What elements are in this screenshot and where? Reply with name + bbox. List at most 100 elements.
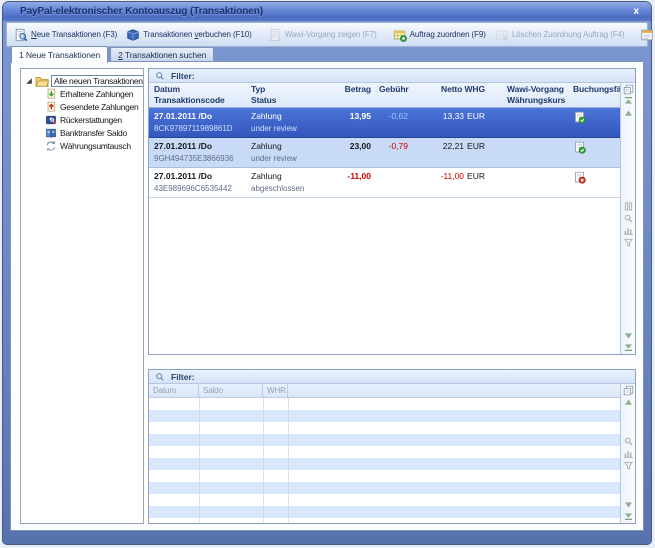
col-status[interactable]: Status	[251, 95, 329, 106]
tree-item-rueckerstattungen[interactable]: Rückerstattungen	[21, 113, 143, 126]
tree-item-banktransfer-saldo[interactable]: Banktransfer Saldo	[21, 126, 143, 139]
transaction-row[interactable]: 27.01.2011 /Do8CK9789711989861D Zahlungu…	[149, 108, 620, 138]
assign-order-button[interactable]: Auftrag zuordnen (F9)	[389, 26, 490, 44]
table-empty-area	[149, 198, 620, 354]
col-buchungsfaehig[interactable]: Buchungsfähig	[573, 84, 617, 95]
transactions-table-header[interactable]: DatumTransaktionscode TypStatus Betrag G…	[149, 83, 620, 108]
col-betrag[interactable]: Betrag	[337, 84, 371, 95]
chart-view-button[interactable]	[622, 448, 634, 458]
scroll-last-button[interactable]	[622, 342, 634, 352]
filter-funnel-icon	[624, 238, 633, 247]
tree-item-erhaltene-zahlungen[interactable]: Erhaltene Zahlungen	[21, 87, 143, 100]
tab-neue-transaktionen[interactable]: 1 Neue Transaktionen	[11, 46, 108, 63]
tab-label: 1 Neue Transaktionen	[19, 50, 100, 60]
paypal-statement-window: PayPal-elektronischer Kontoauszug (Trans…	[2, 1, 652, 545]
tree-item-alle-neuen-transaktionen[interactable]: Alle neuen Transaktionen	[21, 74, 143, 87]
col-transaktionscode[interactable]: Transaktionscode	[154, 95, 243, 106]
search-rows-button[interactable]	[622, 213, 634, 223]
column-chooser-button[interactable]	[622, 385, 634, 395]
search-icon	[624, 214, 633, 223]
scroll-up-icon	[624, 399, 633, 406]
tree-item-label: Erhaltene Zahlungen	[60, 89, 133, 99]
title-bar[interactable]: PayPal-elektronischer Kontoauszug (Trans…	[3, 2, 651, 21]
column-chooser-icon	[623, 84, 634, 95]
bookable-cross-icon	[573, 171, 586, 184]
col-saldo-datum[interactable]: Datum	[149, 384, 199, 397]
scroll-down-icon	[624, 501, 633, 508]
tree-item-label: Währungsumtausch	[60, 141, 131, 151]
sent-payments-icon	[45, 101, 57, 113]
button-label: Wawi-Vorgang zeigen (F7)	[285, 30, 377, 39]
scroll-last-icon	[624, 343, 633, 351]
col-gebuehr[interactable]: Gebühr	[379, 84, 408, 95]
column-chooser-button[interactable]	[622, 84, 634, 94]
scroll-down-button[interactable]	[622, 330, 634, 340]
scroll-down-icon	[624, 332, 633, 339]
tree-expand-icon[interactable]	[25, 77, 33, 85]
details-button[interactable]: Details	[636, 26, 655, 44]
tree-item-waehrungsumtausch[interactable]: Währungsumtausch	[21, 139, 143, 152]
tab-label: 2 Transaktionen suchen	[118, 50, 206, 60]
transaction-tree-panel: Alle neuen Transaktionen Erhaltene Zahlu…	[20, 68, 144, 524]
saldo-table-header[interactable]: Datum Saldo WHR	[149, 384, 620, 398]
refunds-icon	[45, 114, 57, 126]
scroll-up-button[interactable]	[622, 108, 634, 118]
delete-order-assignment-button[interactable]: Löschen Zuordnung Auftrag (F4)	[491, 26, 629, 44]
filter-search-icon	[155, 71, 165, 81]
table-side-toolbar	[620, 83, 635, 354]
col-waehrungskurs[interactable]: Währungskurs	[507, 95, 565, 106]
tree-root-label: Alle neuen Transaktionen	[51, 75, 144, 87]
filter-label: Filter:	[171, 71, 195, 81]
post-transactions-icon	[126, 28, 140, 42]
scroll-last-button[interactable]	[622, 511, 634, 521]
col-datum[interactable]: Datum	[154, 84, 243, 95]
pin-rows-button[interactable]	[622, 201, 634, 211]
received-payments-icon	[45, 88, 57, 100]
col-saldo-whr[interactable]: WHR	[263, 384, 288, 397]
button-label: Löschen Zuordnung Auftrag (F4)	[512, 30, 625, 39]
col-saldo-saldo[interactable]: Saldo	[199, 384, 263, 397]
open-folder-icon	[35, 75, 49, 87]
col-typ[interactable]: Typ	[251, 84, 329, 95]
chart-icon	[624, 226, 633, 235]
close-button[interactable]: x	[633, 7, 639, 17]
filter-funnel-icon	[624, 461, 633, 470]
search-rows-button[interactable]	[622, 436, 634, 446]
bank-transfer-icon	[45, 127, 57, 139]
tab-transaktionen-suchen[interactable]: 2 Transaktionen suchen	[110, 47, 214, 62]
col-netto-whg[interactable]: Netto WHG	[416, 84, 485, 95]
filter-rows-button[interactable]	[622, 460, 634, 470]
transaction-row[interactable]: 27.01.2011 /Do9GH494735E3866936 Zahlungu…	[149, 138, 620, 168]
tree-item-label: Gesendete Zahlungen	[60, 102, 138, 112]
new-transactions-button[interactable]: Neue Transaktionen (F3)	[10, 26, 121, 44]
scroll-up-icon	[624, 110, 633, 117]
saldo-empty-rows	[149, 398, 620, 523]
scroll-up-button[interactable]	[622, 397, 634, 407]
post-transactions-button[interactable]: Transaktionen verbuchen (F10)	[122, 26, 255, 44]
tree-item-gesendete-zahlungen[interactable]: Gesendete Zahlungen	[21, 100, 143, 113]
show-wawi-order-icon	[268, 28, 282, 42]
filter-rows-button[interactable]	[622, 237, 634, 247]
show-wawi-order-button[interactable]: Wawi-Vorgang zeigen (F7)	[264, 26, 381, 44]
chart-icon	[624, 449, 633, 458]
scroll-last-icon	[624, 512, 633, 520]
transaction-row[interactable]: 27.01.2011 /Do43E989696C6535442 Zahlunga…	[149, 168, 620, 198]
tab-strip: 1 Neue Transaktionen 2 Transaktionen suc…	[3, 47, 651, 62]
filter-label: Filter:	[171, 372, 195, 382]
delete-order-assignment-icon	[495, 28, 509, 42]
saldo-filter-bar[interactable]: Filter:	[149, 370, 635, 384]
scroll-first-icon	[624, 97, 633, 105]
client-area: Alle neuen Transaktionen Erhaltene Zahlu…	[10, 61, 644, 531]
currency-exchange-icon	[45, 140, 57, 152]
pin-rows-icon	[624, 202, 633, 211]
transactions-table: Filter: DatumTransaktionscode TypStatus …	[148, 68, 636, 355]
bookable-check-icon	[573, 141, 586, 154]
chart-view-button[interactable]	[622, 225, 634, 235]
col-wawi-vorgang[interactable]: Wawi-Vorgang	[507, 84, 565, 95]
details-icon	[640, 28, 654, 42]
transactions-filter-bar[interactable]: Filter:	[149, 69, 635, 83]
scroll-first-button[interactable]	[622, 96, 634, 106]
scroll-down-button[interactable]	[622, 499, 634, 509]
button-label: Neue Transaktionen (F3)	[31, 30, 117, 39]
tables-column: Filter: DatumTransaktionscode TypStatus …	[148, 68, 636, 524]
